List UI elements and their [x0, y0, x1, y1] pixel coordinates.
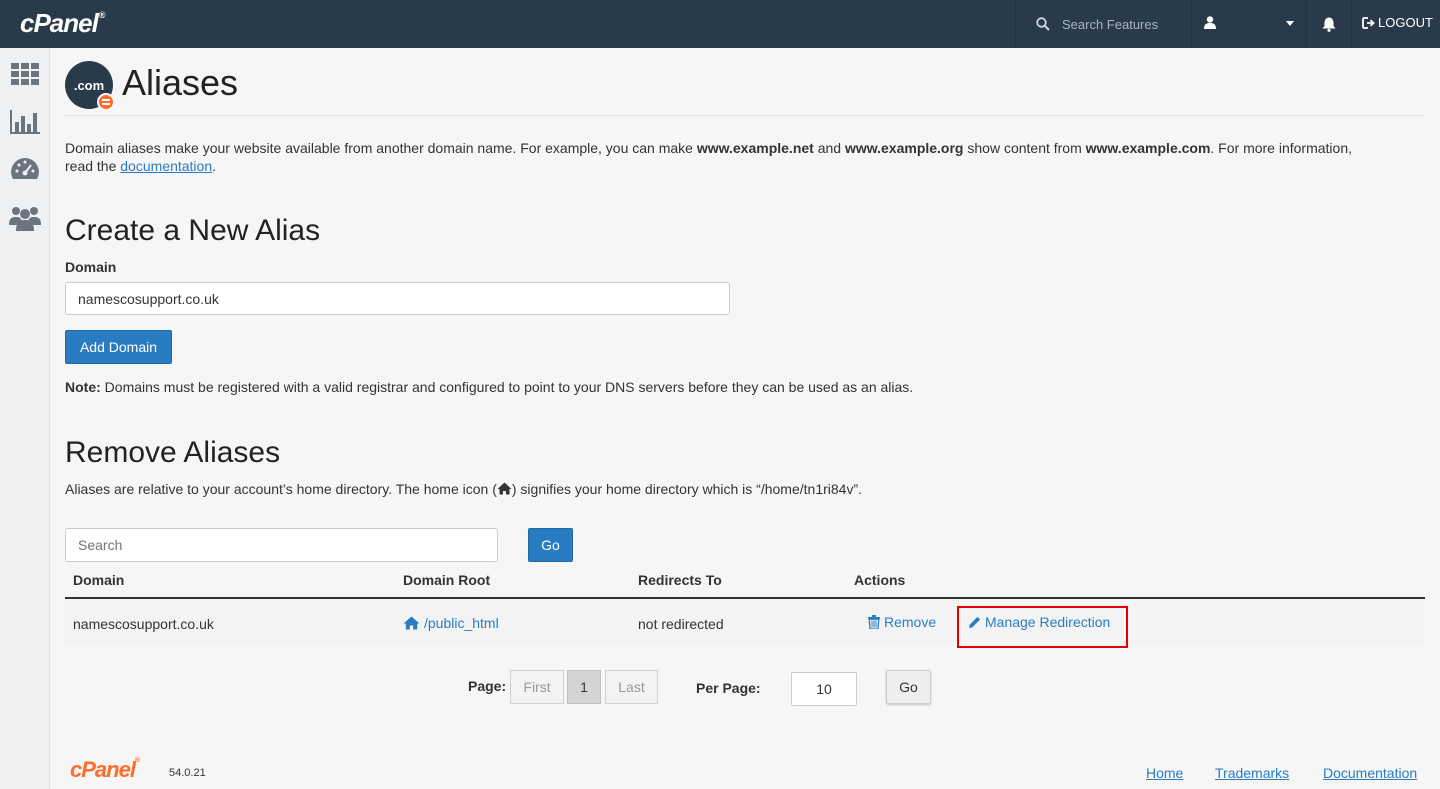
version-text: 54.0.21: [169, 767, 206, 779]
grid-icon: [11, 63, 39, 85]
footer-cpanel-logo[interactable]: cPanel®: [70, 757, 140, 783]
example-com: www.example.com: [1085, 140, 1211, 156]
remove-aliases-heading: Remove Aliases: [65, 436, 281, 469]
example-org: www.example.org: [844, 140, 964, 156]
alias-search-go-button[interactable]: Go: [528, 528, 573, 562]
home-icon: [403, 616, 420, 630]
per-page-input[interactable]: 10: [791, 672, 857, 706]
example-net: www.example.net: [696, 140, 814, 156]
last-page-button[interactable]: Last: [605, 670, 658, 704]
navbar-divider: [1351, 0, 1352, 48]
note-body: Domains must be registered with a valid …: [100, 379, 914, 395]
desc-part: Aliases are relative to your account’s h…: [65, 481, 497, 497]
add-domain-button[interactable]: Add Domain: [65, 330, 172, 364]
logout-label: LOGOUT: [1378, 15, 1433, 30]
user-icon: [1204, 16, 1216, 29]
note-label: Note:: [65, 379, 101, 395]
intro-text-part: show content from: [963, 140, 1086, 156]
current-page-button[interactable]: 1: [567, 670, 601, 704]
domain-label: Domain: [65, 259, 117, 275]
domain-input[interactable]: namescosupport.co.uk: [65, 282, 730, 315]
domain-aliases-icon: .com: [65, 61, 115, 111]
intro-text-part: and: [813, 140, 845, 156]
note-text: Note: Domains must be registered with a …: [65, 379, 913, 395]
sidebar-item-users[interactable]: [9, 202, 41, 234]
table-row: namescosupport.co.uk /public_html not re…: [65, 599, 1425, 646]
home-icon: [497, 482, 512, 495]
badge-icon: [97, 93, 115, 111]
dashboard-icon: [11, 158, 39, 179]
feature-search[interactable]: [1016, 0, 1191, 48]
documentation-link[interactable]: documentation: [120, 158, 212, 174]
search-features-input[interactable]: [1062, 16, 1182, 32]
column-header-domain-root[interactable]: Domain Root: [403, 572, 490, 588]
logout-icon: [1362, 16, 1375, 29]
create-alias-heading: Create a New Alias: [65, 214, 321, 247]
per-page-label: Per Page:: [696, 680, 761, 696]
search-icon: [1036, 17, 1050, 31]
footer-link-documentation[interactable]: Documentation: [1323, 765, 1417, 781]
intro-text: Domain aliases make your website availab…: [65, 139, 1365, 175]
column-header-domain[interactable]: Domain: [73, 572, 124, 588]
page-header: .com Aliases: [65, 60, 1425, 116]
notifications-button[interactable]: [1307, 0, 1351, 48]
chevron-down-icon: [1286, 21, 1294, 26]
highlight-box: [957, 606, 1128, 648]
alias-search-input[interactable]: [65, 528, 498, 562]
row-redirects-to: not redirected: [638, 616, 724, 632]
desc-part: ) signifies your home directory which is…: [511, 481, 863, 497]
stats-icon: [10, 110, 40, 134]
footer-link-trademarks[interactable]: Trademarks: [1215, 765, 1289, 781]
sidebar: [0, 48, 50, 789]
footer-link-home[interactable]: Home: [1146, 765, 1183, 781]
sidebar-item-tools[interactable]: [9, 58, 41, 90]
row-domain: namescosupport.co.uk: [73, 616, 214, 632]
column-header-redirects-to[interactable]: Redirects To: [638, 572, 722, 588]
remove-description: Aliases are relative to your account’s h…: [65, 481, 862, 497]
page-title: Aliases: [122, 62, 239, 103]
bell-icon: [1322, 17, 1336, 32]
user-menu-button[interactable]: [1192, 0, 1306, 48]
row-domain-root-link[interactable]: /public_html: [403, 615, 499, 631]
per-page-go-button[interactable]: Go: [886, 670, 931, 704]
top-navbar: cPanel® LOGOUT: [0, 0, 1440, 48]
aliases-table-header: Domain Domain Root Redirects To Actions: [65, 567, 1425, 599]
page-label: Page:: [468, 678, 507, 694]
users-icon: [9, 207, 41, 231]
sidebar-item-statistics[interactable]: [9, 106, 41, 138]
trash-icon: [868, 615, 880, 629]
row-domain-root: /public_html: [424, 615, 499, 631]
page-icon-text: .com: [73, 77, 105, 93]
remove-label: Remove: [884, 614, 937, 630]
first-page-button[interactable]: First: [510, 670, 564, 704]
intro-text-part: .: [212, 158, 216, 174]
remove-alias-button[interactable]: Remove: [868, 614, 936, 630]
logout-button[interactable]: LOGOUT: [1362, 15, 1433, 30]
brand-text: cPanel: [20, 8, 99, 38]
cpanel-logo[interactable]: cPanel®: [20, 8, 105, 39]
intro-text-part: Domain aliases make your website availab…: [65, 140, 697, 156]
footer-brand-text: cPanel: [70, 757, 136, 782]
sidebar-item-dashboard[interactable]: [9, 154, 41, 186]
column-header-actions: Actions: [854, 572, 906, 588]
